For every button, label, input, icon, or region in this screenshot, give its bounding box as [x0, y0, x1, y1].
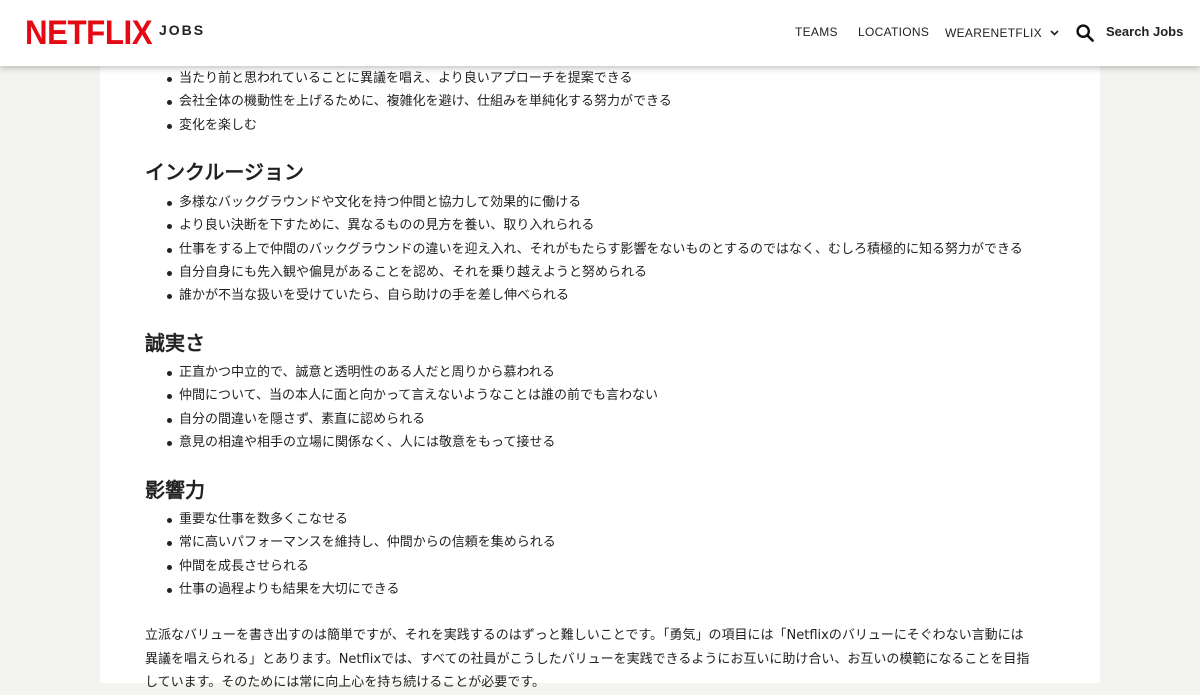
closing-paragraph: 立派なバリューを書き出すのは簡単ですが、それを実践するのはずっと難しいことです。…	[145, 624, 1060, 695]
netflix-logo[interactable]: NETFLIX	[25, 13, 153, 53]
list-item: 仕事をする上で仲間のバックグラウンドの違いを迎え入れ、それがもたらす影響をないも…	[145, 238, 1065, 261]
list-item: 多様なバックグラウンドや文化を持つ仲間と協力して効果的に働ける	[145, 191, 1065, 214]
search-jobs-link[interactable]: Search Jobs	[1106, 24, 1183, 39]
list-item: 意見の相違や相手の立場に関係なく、人には敬意をもって接せる	[145, 431, 1065, 454]
value-list-impact: 重要な仕事を数多くこなせる 常に高いパフォーマンスを維持し、仲間からの信頼を集め…	[145, 508, 1065, 601]
nav-teams[interactable]: TEAMS	[795, 25, 838, 39]
site-header: NETFLIX JOBS TEAMS LOCATIONS WEARENETFLI…	[0, 0, 1200, 66]
list-item: 変化を楽しむ	[145, 114, 1065, 137]
section-heading-impact: 影響力	[145, 478, 205, 502]
paragraph-line: 異議を唱えられる」とあります。Netflixでは、すべての社員がこうしたバリュー…	[145, 651, 1030, 667]
nav-wearenetflix[interactable]: WEARENETFLIX	[945, 25, 1059, 40]
list-item: より良い決断を下すために、異なるものの見方を養い、取り入れられる	[145, 214, 1065, 237]
list-item: 自分の間違いを隠さず、素直に認められる	[145, 408, 1065, 431]
paragraph-line: 立派なバリューを書き出すのは簡単ですが、それを実践するのはずっと難しいことです。…	[145, 628, 1024, 643]
list-item: 自分自身にも先入観や偏見があることを認め、それを乗り越えようと努められる	[145, 261, 1065, 284]
value-list-integrity: 正直かつ中立的で、誠意と透明性のある人だと周りから慕われる 仲間について、当の本…	[145, 361, 1065, 454]
main-content: 当たり前と思われていることに異議を唱え、より良いアプローチを提案できる 会社全体…	[100, 0, 1100, 690]
section-heading-integrity: 誠実さ	[145, 331, 205, 355]
chevron-down-icon	[1050, 25, 1059, 39]
jobs-label[interactable]: JOBS	[159, 22, 205, 38]
search-icon[interactable]	[1076, 24, 1094, 42]
list-item: 仲間を成長させられる	[145, 555, 1065, 578]
nav-wearenetflix-label: WEARENETFLIX	[945, 26, 1042, 40]
section-heading-inclusion: インクルージョン	[145, 160, 304, 184]
list-item: 仕事の過程よりも結果を大切にできる	[145, 578, 1065, 601]
list-item: 正直かつ中立的で、誠意と透明性のある人だと周りから慕われる	[145, 361, 1065, 384]
list-item: 当たり前と思われていることに異議を唱え、より良いアプローチを提案できる	[145, 67, 1065, 90]
value-list-inclusion: 多様なバックグラウンドや文化を持つ仲間と協力して効果的に働ける より良い決断を下…	[145, 191, 1065, 307]
list-item: 誰かが不当な扱いを受けていたら、自ら助けの手を差し伸べられる	[145, 284, 1065, 307]
list-item: 仲間について、当の本人に面と向かって言えないようなことは誰の前でも言わない	[145, 384, 1065, 407]
list-item: 重要な仕事を数多くこなせる	[145, 508, 1065, 531]
value-list-continued: 当たり前と思われていることに異議を唱え、より良いアプローチを提案できる 会社全体…	[145, 67, 1065, 137]
list-item: 常に高いパフォーマンスを維持し、仲間からの信頼を集められる	[145, 531, 1065, 554]
nav-locations[interactable]: LOCATIONS	[858, 25, 929, 39]
list-item: 会社全体の機動性を上げるために、複雑化を避け、仕組みを単純化する努力ができる	[145, 90, 1065, 113]
